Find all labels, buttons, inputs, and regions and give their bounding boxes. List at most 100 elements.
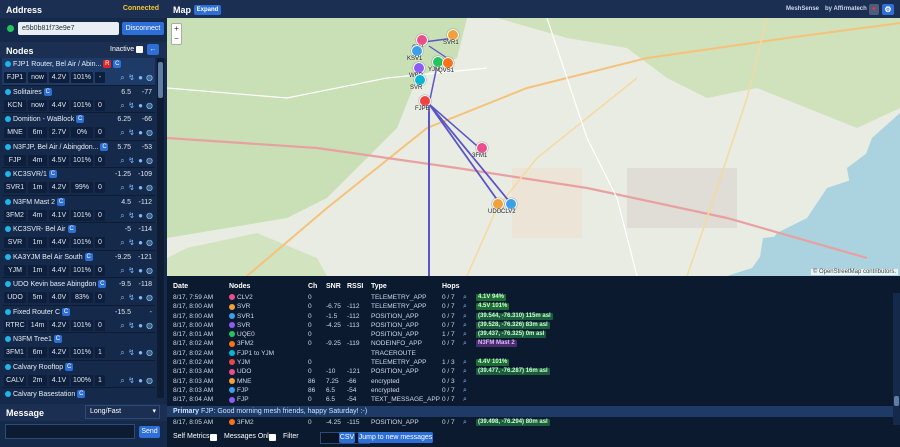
traceroute-icon[interactable]: ↯ xyxy=(127,292,136,303)
send-button[interactable]: Send xyxy=(139,426,160,438)
map-marker[interactable]: WBR xyxy=(409,62,425,79)
node-info-icon[interactable]: ● xyxy=(136,182,145,193)
map-marker[interactable]: SVR1 xyxy=(443,29,459,46)
packet-node[interactable]: SVR xyxy=(229,302,250,311)
globe-icon[interactable]: ◍ xyxy=(145,127,154,138)
traceroute-icon[interactable]: ↯ xyxy=(127,265,136,276)
packet-row[interactable]: 8/17, 8:03 AM UDO 0 -10 -121 POSITION_AP… xyxy=(167,367,900,376)
globe-icon[interactable]: ◍ xyxy=(145,375,154,386)
node-item[interactable]: N3FJP, Bel Air / Abingdon... C 5.75 -53 FJP… xyxy=(2,141,155,168)
node-item[interactable]: N3FM Tree1 C 3FM1 6m 4.2V 101% 1 ⌕ ↯ ● ◍ xyxy=(2,333,155,361)
col-date[interactable]: Date xyxy=(173,281,188,293)
expand-button[interactable]: Expand xyxy=(194,5,221,15)
jump-to-new-messages-button[interactable]: Jump to new messages xyxy=(358,432,433,443)
traceroute-icon[interactable]: ↯ xyxy=(127,72,136,83)
packet-node[interactable]: FJP xyxy=(229,386,249,395)
search-icon[interactable]: ⌕ xyxy=(463,367,467,376)
packet-row[interactable]: 8/17, 8:03 AM MNE 86 7.25 -66 encrypted … xyxy=(167,377,900,386)
packet-node[interactable]: CLV2 xyxy=(229,293,253,302)
col-hops[interactable]: Hops xyxy=(442,281,460,293)
map-marker[interactable]: SVR xyxy=(410,74,426,91)
node-list-scroll-thumb[interactable] xyxy=(158,62,163,98)
node-list-scrollbar[interactable] xyxy=(157,58,164,398)
node-info-icon[interactable]: ● xyxy=(136,347,145,358)
globe-icon[interactable]: ◍ xyxy=(145,265,154,276)
node-info-icon[interactable]: ● xyxy=(136,210,145,221)
node-item[interactable]: Fixed Router C C -15.5 - RTRC 14m 4.2V 101%… xyxy=(2,306,155,333)
node-item[interactable]: FJP1 Router, Bel Air / Abin... R C FJP1 no… xyxy=(2,58,155,86)
self-metrics-checkbox[interactable] xyxy=(210,434,217,441)
search-icon[interactable]: ⌕ xyxy=(463,312,467,321)
packet-row[interactable]: 8/17, 8:00 AM SVR 0 -6.75 -112 TELEMETRY… xyxy=(167,302,900,311)
search-icon[interactable]: ⌕ xyxy=(463,321,467,330)
search-icon[interactable]: ⌕ xyxy=(463,386,467,395)
messages-only-checkbox[interactable] xyxy=(269,434,276,441)
traceroute-icon[interactable]: ↯ xyxy=(127,127,136,138)
col-nodes[interactable]: Nodes xyxy=(229,281,250,293)
map-marker[interactable]: CLV2 xyxy=(501,198,517,215)
globe-icon[interactable]: ◍ xyxy=(145,320,154,331)
map-marker[interactable]: QVS1 xyxy=(438,57,454,74)
search-icon[interactable]: ⌕ xyxy=(118,237,127,248)
traceroute-icon[interactable]: ↯ xyxy=(127,210,136,221)
packet-node[interactable]: MNE xyxy=(229,377,251,386)
packet-row[interactable]: 8/17, 8:01 AM UQE0 0 POSITION_APP 1 / 7 … xyxy=(167,330,900,339)
packet-node[interactable]: 3FM2 xyxy=(229,418,254,427)
search-icon[interactable]: ⌕ xyxy=(118,127,127,138)
traceroute-icon[interactable]: ↯ xyxy=(127,237,136,248)
globe-icon[interactable]: ◍ xyxy=(145,155,154,166)
node-item[interactable]: Calvary Rooftop C CALV 2m 4.1V 100% 1 ⌕ ↯ ●… xyxy=(2,361,155,388)
node-info-icon[interactable]: ● xyxy=(136,320,145,331)
globe-icon[interactable]: ◍ xyxy=(145,210,154,221)
search-icon[interactable]: ⌕ xyxy=(463,358,467,367)
packet-node[interactable]: SVR xyxy=(229,321,250,330)
node-item[interactable]: Solitaires C 6.5 -77 KCN now 4.4V 101% 0 ⌕ ↯… xyxy=(2,86,155,113)
node-item[interactable]: KA3YJM Bel Air South C -9.25 -121 YJM 1m 4.… xyxy=(2,251,155,278)
address-input[interactable]: e5b0b81f73e9e7 xyxy=(18,22,119,35)
packet-node[interactable]: FJP xyxy=(229,395,249,404)
search-icon[interactable]: ⌕ xyxy=(118,265,127,276)
traceroute-icon[interactable]: ↯ xyxy=(127,347,136,358)
packet-row[interactable]: 8/17, 8:03 AM FJP 86 6.5 -54 encrypted 0… xyxy=(167,386,900,395)
sort-arrow-icon[interactable]: ← xyxy=(147,44,159,55)
node-info-icon[interactable]: ● xyxy=(136,72,145,83)
node-info-icon[interactable]: ● xyxy=(136,100,145,111)
search-icon[interactable]: ⌕ xyxy=(118,347,127,358)
packet-row[interactable]: 8/17, 8:02 AM YJM 0 TELEMETRY_APP 1 / 3 … xyxy=(167,358,900,367)
node-info-icon[interactable]: ● xyxy=(136,375,145,386)
map-attribution[interactable]: © OpenStreetMap contributors. xyxy=(810,269,898,275)
col-type[interactable]: Type xyxy=(371,281,387,293)
packet-node[interactable]: FJP1 to YJM xyxy=(229,349,274,358)
packet-row[interactable]: 8/17, 8:00 AM SVR1 0 -1.5 -112 POSITION_… xyxy=(167,312,900,321)
search-icon[interactable]: ⌕ xyxy=(118,210,127,221)
node-item[interactable]: KC3SVR- Bel Air C -5 -114 SVR 1m 4.4V 101% … xyxy=(2,223,155,251)
node-item[interactable]: KC3SVR/1 C -1.25 -109 SVR1 1m 4.2V 99% 0 ⌕ ↯… xyxy=(2,168,155,196)
node-info-icon[interactable]: ● xyxy=(136,155,145,166)
packet-row[interactable]: 8/17, 7:59 AM CLV2 0 TELEMETRY_APP 0 / 7… xyxy=(167,293,900,302)
globe-icon[interactable]: ◍ xyxy=(145,292,154,303)
globe-icon[interactable]: ◍ xyxy=(145,182,154,193)
packet-node[interactable]: 3FM2 xyxy=(229,339,254,348)
search-icon[interactable]: ⌕ xyxy=(118,100,127,111)
heart-icon[interactable]: ♥ xyxy=(869,4,879,15)
node-info-icon[interactable]: ● xyxy=(136,127,145,138)
globe-icon[interactable]: ◍ xyxy=(145,237,154,248)
search-icon[interactable]: ⌕ xyxy=(463,293,467,302)
packet-node[interactable]: SVR1 xyxy=(229,312,254,321)
packet-row[interactable]: 8/17, 8:02 AM FJP1 to YJM TRACEROUTE xyxy=(167,349,900,358)
globe-icon[interactable]: ◍ xyxy=(145,347,154,358)
search-icon[interactable]: ⌕ xyxy=(118,182,127,193)
col-snr[interactable]: SNR xyxy=(326,281,341,293)
traceroute-icon[interactable]: ↯ xyxy=(127,320,136,331)
search-icon[interactable]: ⌕ xyxy=(118,72,127,83)
traceroute-icon[interactable]: ↯ xyxy=(127,182,136,193)
zoom-out-icon[interactable]: − xyxy=(172,34,181,44)
node-info-icon[interactable]: ● xyxy=(136,265,145,276)
zoom-control[interactable]: + − xyxy=(171,23,182,45)
packet-row[interactable]: 8/17, 8:02 AM 3FM2 0 -9.25 -119 NODEINFO… xyxy=(167,339,900,348)
globe-icon[interactable]: ◍ xyxy=(145,100,154,111)
disconnect-button[interactable]: Disconnect xyxy=(122,22,164,35)
traceroute-icon[interactable]: ↯ xyxy=(127,375,136,386)
packet-node[interactable]: YJM xyxy=(229,358,250,367)
node-item[interactable]: Domition - WaBlock C 6.25 -66 MNE 6m 2.7V 0… xyxy=(2,113,155,141)
